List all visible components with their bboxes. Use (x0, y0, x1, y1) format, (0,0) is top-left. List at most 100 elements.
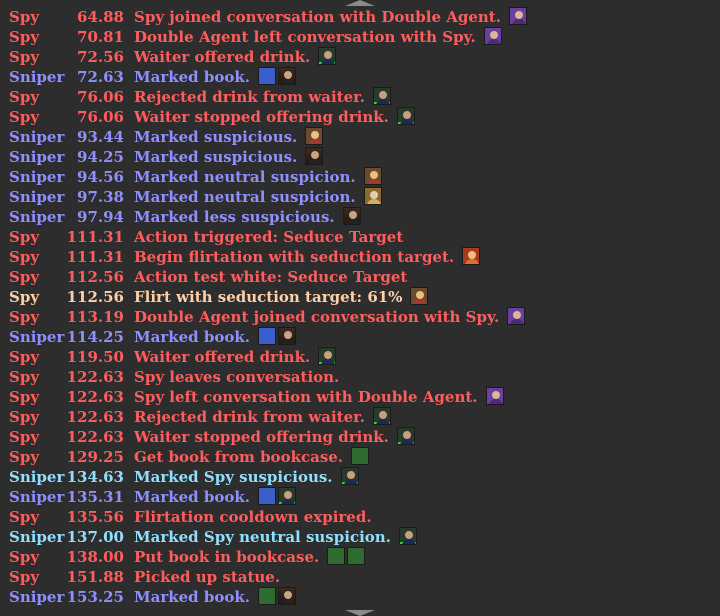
log-icons (398, 527, 417, 545)
guest-portrait-icon (278, 67, 296, 85)
scroll-up-arrow[interactable] (345, 0, 375, 6)
log-text: Waiter stopped offering drink. (134, 427, 415, 447)
log-row: Sniper 135.31 Marked book. (0, 487, 720, 507)
log-time: 94.56 (77, 168, 124, 186)
log-time: 72.56 (77, 48, 124, 66)
log-row: Spy 111.31 Action triggered: Seduce Target (0, 227, 720, 247)
log-icons (342, 207, 361, 225)
log-text: Marked book. (134, 327, 296, 347)
log-text-label: Waiter offered drink. (134, 348, 311, 366)
log-text-label: Marked suspicious. (134, 128, 298, 146)
log-icons (372, 407, 391, 425)
waiter-portrait-icon (372, 407, 391, 425)
log-time: 72.63 (77, 68, 124, 86)
log-row: Spy 64.88 Spy joined conversation with Dou… (0, 7, 720, 27)
log-time: 119.50 (66, 348, 124, 366)
blue-book-tile-icon (258, 487, 276, 505)
gold-guest-portrait-icon (363, 187, 382, 205)
log-time: 122.63 (66, 388, 124, 406)
log-text: Marked book. (134, 587, 296, 607)
log-text-label: Rejected drink from waiter. (134, 88, 365, 106)
waiter-portrait-icon (398, 527, 417, 545)
log-time: 138.00 (66, 548, 124, 566)
log-icons (372, 87, 391, 105)
log-row: Sniper 72.63 Marked book. (0, 67, 720, 87)
log-time: 76.06 (77, 88, 124, 106)
log-text-label: Spy left conversation with Double Agent. (134, 388, 478, 406)
log-text-label: Double Agent joined conversation with Sp… (134, 308, 500, 326)
log-text: Marked less suspicious. (134, 207, 361, 227)
log-time: 114.25 (66, 328, 124, 346)
log-text: Put book in bookcase. (134, 547, 366, 567)
event-log[interactable]: Spy 64.88 Spy joined conversation with Dou… (0, 7, 720, 607)
log-text: Action test white: Seduce Target (134, 267, 407, 287)
log-text: Marked Spy suspicious. (134, 467, 359, 487)
log-text: Waiter offered drink. (134, 47, 337, 67)
log-text-label: Picked up statue. (134, 568, 281, 586)
waiter-portrait-icon (340, 467, 359, 485)
log-text-label: Waiter offered drink. (134, 48, 311, 66)
log-text: Marked neutral suspicion. (134, 187, 382, 207)
guest-portrait-icon (342, 207, 361, 225)
waiter-portrait-icon (318, 347, 337, 365)
log-text-label: Marked Spy neutral suspicion. (134, 528, 391, 546)
log-icons (258, 587, 296, 605)
log-text-label: Action test white: Seduce Target (134, 268, 408, 286)
log-time: 112.56 (66, 268, 124, 286)
purple-agent-portrait-icon (483, 27, 502, 45)
scroll-down-arrow[interactable] (345, 610, 375, 616)
log-time: 151.88 (66, 568, 124, 586)
log-text: Marked suspicious. (134, 127, 324, 147)
log-icons (410, 287, 429, 305)
guest-portrait-icon (278, 327, 296, 345)
orange-target-portrait-icon (462, 247, 481, 265)
log-time: 113.19 (66, 308, 124, 326)
log-row: Sniper 93.44 Marked suspicious. (0, 127, 720, 147)
log-text: Marked book. (134, 67, 296, 87)
log-text: Action triggered: Seduce Target (134, 227, 403, 247)
log-text-label: Marked neutral suspicion. (134, 168, 356, 186)
log-row: Spy 119.50 Waiter offered drink. (0, 347, 720, 367)
log-icons (327, 547, 366, 565)
log-icons (363, 167, 382, 185)
log-text-label: Marked neutral suspicion. (134, 188, 356, 206)
log-time: 64.88 (77, 8, 124, 26)
log-text-label: Rejected drink from waiter. (134, 408, 365, 426)
log-text: Rejected drink from waiter. (134, 407, 391, 427)
log-row: Spy 122.63 Waiter stopped offering drink. (0, 427, 720, 447)
log-text-label: Waiter stopped offering drink. (134, 428, 389, 446)
blue-book-tile-icon (258, 67, 276, 85)
log-text-label: Flirt with seduction target: 61% (134, 288, 403, 306)
log-row: Spy 122.63 Spy leaves conversation. (0, 367, 720, 387)
log-icons (485, 387, 504, 405)
log-text-label: Put book in bookcase. (134, 548, 320, 566)
log-row: Spy 135.56 Flirtation cooldown expired. (0, 507, 720, 527)
log-text-label: Double Agent left conversation with Spy. (134, 28, 476, 46)
log-time: 153.25 (66, 588, 124, 606)
purple-agent-portrait-icon (485, 387, 504, 405)
log-text: Rejected drink from waiter. (134, 87, 391, 107)
log-icons (258, 67, 296, 85)
log-text: Begin flirtation with seduction target. (134, 247, 481, 267)
log-row: Sniper 94.56 Marked neutral suspicion. (0, 167, 720, 187)
log-time: 135.31 (66, 488, 124, 506)
log-row: Sniper 97.94 Marked less suspicious. (0, 207, 720, 227)
log-text: Marked suspicious. (134, 147, 324, 167)
blonde-guest-portrait-icon (363, 167, 382, 185)
log-text-label: Flirtation cooldown expired. (134, 508, 372, 526)
log-row: Spy 151.88 Picked up statue. (0, 567, 720, 587)
log-icons (318, 347, 337, 365)
log-text-label: Marked book. (134, 488, 250, 506)
log-row: Sniper 134.63 Marked Spy suspicious. (0, 467, 720, 487)
log-text: Double Agent left conversation with Spy. (134, 27, 502, 47)
log-text: Spy leaves conversation. (134, 367, 339, 387)
log-time: 94.25 (77, 148, 124, 166)
log-icons (363, 187, 382, 205)
log-text-label: Begin flirtation with seduction target. (134, 248, 455, 266)
log-time: 111.31 (66, 248, 124, 266)
log-text-label: Marked book. (134, 588, 250, 606)
log-icons (507, 307, 526, 325)
purple-agent-portrait-icon (507, 307, 526, 325)
log-icons (318, 47, 337, 65)
log-row: Sniper 137.00 Marked Spy neutral suspicion… (0, 527, 720, 547)
